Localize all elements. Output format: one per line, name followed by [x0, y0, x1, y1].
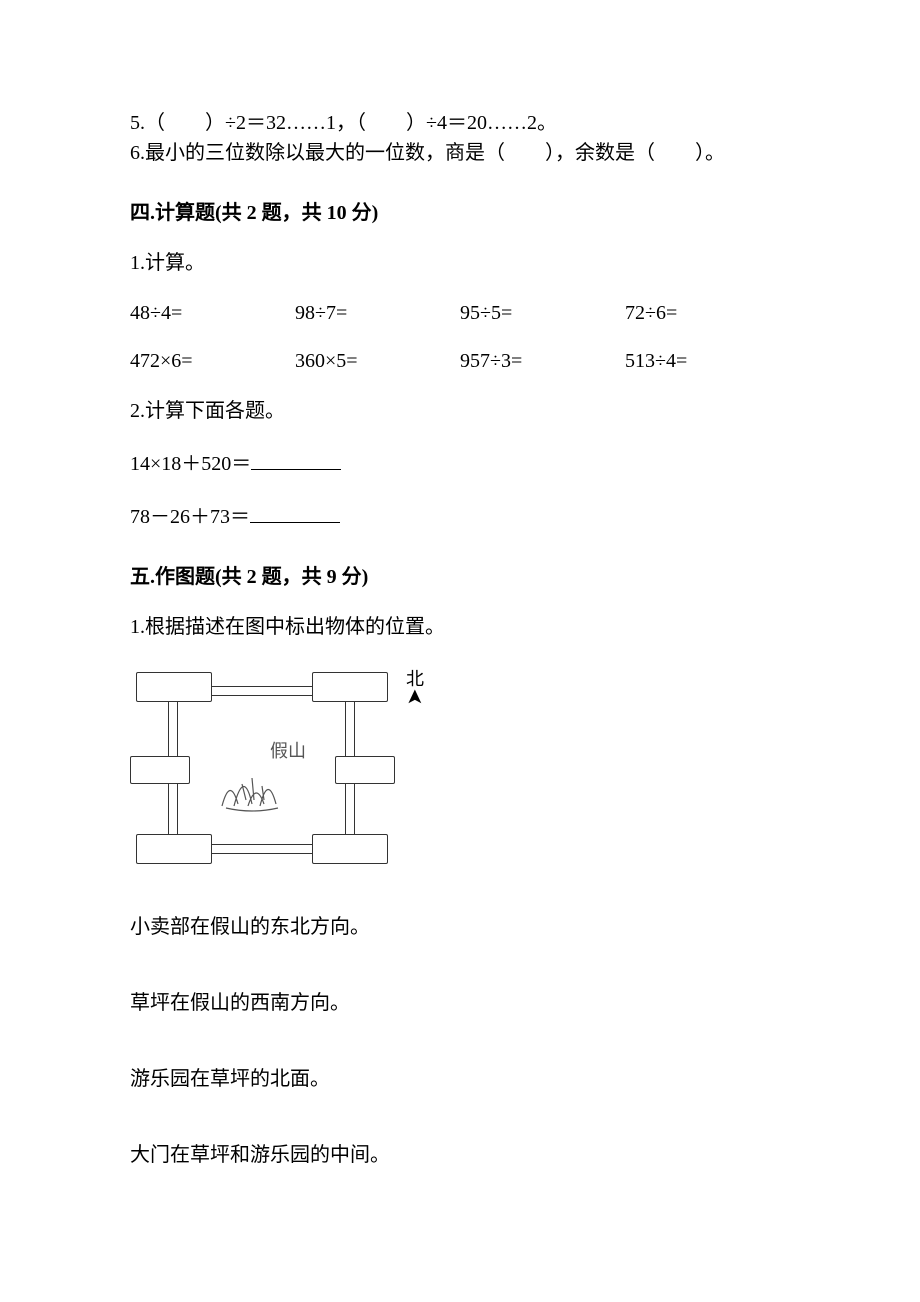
page-content: 5.（ ）÷2＝32……1，（ ）÷4＝20……2。 6.最小的三位数除以最大的…: [130, 110, 790, 1168]
map-box-ml: [130, 756, 190, 784]
map-box-tr: [312, 672, 388, 702]
calc-q2-label: 2.计算下面各题。: [130, 398, 790, 424]
calc-cell: 513÷4=: [625, 348, 790, 374]
north-arrow-icon: ➤: [406, 689, 424, 704]
north-char: 北: [406, 669, 424, 689]
calc-eq2-lhs: 78－26＋73＝: [130, 506, 250, 528]
drawing-stmt-4: 大门在草坪和游乐园的中间。: [130, 1142, 790, 1168]
calc-cell: 360×5=: [295, 348, 460, 374]
blank-line: [250, 501, 340, 523]
map-figure: 假山 北 ➤ [data-name="north-arrow-icon"] { …: [130, 664, 440, 884]
calc-cell: 472×6=: [130, 348, 295, 374]
blank-line: [251, 448, 341, 470]
calc-cell: 48÷4=: [130, 300, 295, 326]
calc-eq1: 14×18＋520＝: [130, 448, 790, 477]
calc-eq2: 78－26＋73＝: [130, 501, 790, 530]
drawing-stmt-3: 游乐园在草坪的北面。: [130, 1066, 790, 1092]
drawing-stmt-2: 草坪在假山的西南方向。: [130, 990, 790, 1016]
section-5-title: 五.作图题(共 2 题，共 9 分): [130, 564, 790, 590]
north-indicator: 北 ➤: [406, 670, 424, 706]
map-box-mr: [335, 756, 395, 784]
calc-cell: 72÷6=: [625, 300, 790, 326]
hill-icon: [212, 756, 292, 816]
map-box-bl: [136, 834, 212, 864]
calc-row-1: 48÷4= 98÷7= 95÷5= 72÷6=: [130, 300, 790, 326]
hill-label: 假山: [270, 740, 306, 763]
calc-cell: 95÷5=: [460, 300, 625, 326]
calc-eq1-lhs: 14×18＋520＝: [130, 453, 251, 475]
fill-q6: 6.最小的三位数除以最大的一位数，商是（ ），余数是（ ）。: [130, 140, 790, 166]
calc-row-2: 472×6= 360×5= 957÷3= 513÷4=: [130, 348, 790, 374]
section-4-title: 四.计算题(共 2 题，共 10 分): [130, 200, 790, 226]
fill-q5: 5.（ ）÷2＝32……1，（ ）÷4＝20……2。: [130, 110, 790, 136]
calc-cell: 98÷7=: [295, 300, 460, 326]
map-box-tl: [136, 672, 212, 702]
drawing-q1-label: 1.根据描述在图中标出物体的位置。: [130, 614, 790, 640]
calc-q1-label: 1.计算。: [130, 250, 790, 276]
calc-cell: 957÷3=: [460, 348, 625, 374]
map-box-br: [312, 834, 388, 864]
drawing-stmt-1: 小卖部在假山的东北方向。: [130, 914, 790, 940]
